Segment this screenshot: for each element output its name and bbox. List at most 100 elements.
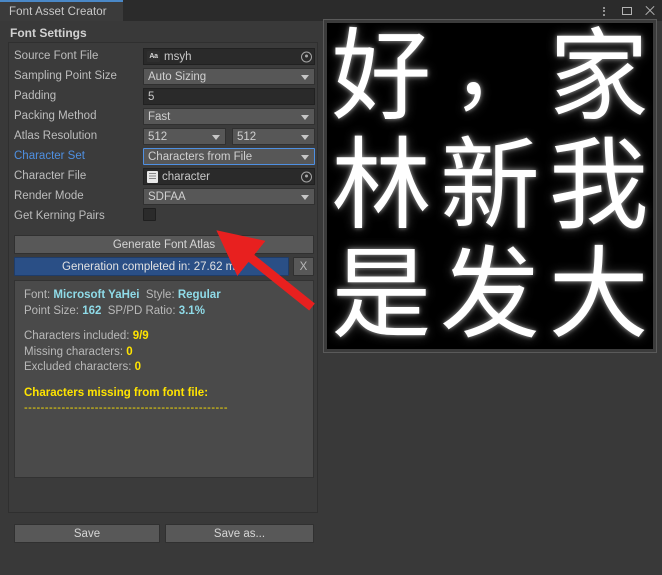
font-asset-icon: Aa <box>147 51 160 62</box>
packing-method-dropdown[interactable]: Fast <box>143 108 315 125</box>
kebab-menu-icon[interactable] <box>597 4 611 18</box>
packing-method-value: Fast <box>148 110 171 123</box>
source-font-file-field[interactable]: Aa msyh <box>143 48 315 65</box>
atlas-resolution-height-dropdown[interactable]: 512 <box>232 128 315 145</box>
sampling-point-size-value: Auto Sizing <box>148 70 207 83</box>
label-sampling-point-size: Sampling Point Size <box>14 70 117 82</box>
field-row-get-kerning-pairs: Get Kerning Pairs <box>10 208 318 227</box>
page-title: Font Settings <box>10 26 87 40</box>
font-settings-panel: Source Font File Aa msyh Sampling Point … <box>8 42 318 543</box>
info-point-size-label: Point Size: <box>24 304 79 317</box>
chevron-down-icon <box>301 114 309 120</box>
chevron-down-icon <box>301 74 309 80</box>
label-padding: Padding <box>14 90 57 102</box>
field-row-render-mode: Render Mode SDFAA <box>10 188 318 207</box>
label-render-mode: Render Mode <box>14 190 84 202</box>
character-set-dropdown[interactable]: Characters from File <box>143 148 315 165</box>
info-line-point-size: Point Size: 162 SP/PD Ratio: 3.1% <box>24 304 304 320</box>
save-button[interactable]: Save <box>14 524 160 543</box>
label-character-file: Character File <box>14 170 87 182</box>
info-spacer-2 <box>24 376 304 386</box>
font-atlas-preview[interactable]: 好，家林新我是发大 <box>323 19 657 353</box>
label-character-set: Character Set <box>14 150 85 162</box>
font-atlas-grid: 好，家林新我是发大 <box>327 23 653 349</box>
save-as-button[interactable]: Save as... <box>165 524 314 543</box>
field-row-atlas-resolution: Atlas Resolution 512 512 <box>10 128 318 147</box>
atlas-resolution-height-value: 512 <box>237 130 257 143</box>
field-row-character-file: Character File character <box>10 168 318 187</box>
info-style-value: Regular <box>177 289 221 301</box>
atlas-glyph: 林 <box>331 126 432 244</box>
info-line-font: Font: Microsoft YaHei Style: Regular <box>24 288 304 304</box>
info-missing-header: Characters missing from font file: <box>24 386 209 399</box>
info-ratio-label: SP/PD Ratio: <box>107 304 176 317</box>
atlas-glyph: 发 <box>439 235 540 349</box>
label-get-kerning-pairs: Get Kerning Pairs <box>14 210 105 222</box>
field-row-character-set: Character Set Characters from File <box>10 148 318 167</box>
info-divider: ----------------------------------------… <box>24 402 228 414</box>
character-set-value: Characters from File <box>148 150 253 163</box>
chevron-down-icon <box>301 154 309 160</box>
cancel-generation-button[interactable]: X <box>293 257 314 276</box>
atlas-glyph: 是 <box>331 235 432 349</box>
window-controls <box>597 0 657 21</box>
info-included-value: 9/9 <box>132 330 149 342</box>
character-file-field[interactable]: character <box>143 168 315 185</box>
render-mode-dropdown[interactable]: SDFAA <box>143 188 315 205</box>
tab-font-asset-creator[interactable]: Font Asset Creator <box>0 0 123 21</box>
info-missing-label: Missing characters: <box>24 345 124 358</box>
font-asset-creator-window: Font Asset Creator Font Settings Source … <box>0 0 662 575</box>
generation-progress-bar: Generation completed in: 27.62 ms <box>14 257 289 276</box>
generate-font-atlas-button[interactable]: Generate Font Atlas <box>14 235 314 254</box>
field-row-sampling-point-size: Sampling Point Size Auto Sizing <box>10 68 318 87</box>
generation-progress-label: Generation completed in: 27.62 ms <box>62 260 241 273</box>
chevron-down-icon <box>212 134 220 140</box>
info-included-label: Characters included: <box>24 330 130 342</box>
atlas-glyph: 大 <box>548 235 649 349</box>
close-icon[interactable] <box>643 4 657 18</box>
padding-value: 5 <box>148 90 155 103</box>
atlas-glyph: 我 <box>548 126 649 244</box>
info-point-size-value: 162 <box>82 304 102 317</box>
get-kerning-pairs-checkbox[interactable] <box>143 208 156 221</box>
text-asset-icon <box>147 170 158 183</box>
info-excluded-value: 0 <box>134 361 141 373</box>
character-file-value: character <box>162 170 210 183</box>
atlas-glyph: 新 <box>439 126 540 244</box>
cancel-button-label: X <box>299 260 308 273</box>
atlas-glyph: 好 <box>331 23 432 136</box>
label-atlas-resolution: Atlas Resolution <box>14 130 98 142</box>
atlas-resolution-width-dropdown[interactable]: 512 <box>143 128 226 145</box>
atlas-glyph: 家 <box>548 23 649 136</box>
atlas-glyph: ， <box>452 23 539 123</box>
sampling-point-size-dropdown[interactable]: Auto Sizing <box>143 68 315 85</box>
field-row-packing-method: Packing Method Fast <box>10 108 318 127</box>
field-row-padding: Padding 5 <box>10 88 318 107</box>
generation-progress-row: Generation completed in: 27.62 ms X <box>14 257 314 276</box>
generate-button-label: Generate Font Atlas <box>112 238 216 251</box>
save-button-label: Save <box>73 527 101 540</box>
tab-label: Font Asset Creator <box>9 5 107 18</box>
info-font-label: Font: <box>24 289 51 301</box>
maximize-icon[interactable] <box>620 4 634 18</box>
window-titlebar: Font Asset Creator <box>0 0 662 21</box>
info-font-value: Microsoft YaHei <box>53 289 140 301</box>
info-missing-value: 0 <box>126 345 133 358</box>
info-line-missing: Missing characters: 0 <box>24 345 304 361</box>
info-line-excluded: Excluded characters: 0 <box>24 360 304 376</box>
atlas-resolution-width-value: 512 <box>148 130 168 143</box>
info-line-included: Characters included: 9/9 <box>24 329 304 345</box>
object-picker-icon[interactable] <box>301 171 312 182</box>
source-font-file-value: msyh <box>164 50 192 63</box>
object-picker-icon[interactable] <box>301 51 312 62</box>
label-source-font-file: Source Font File <box>14 50 99 62</box>
info-excluded-label: Excluded characters: <box>24 361 132 373</box>
label-packing-method: Packing Method <box>14 110 97 122</box>
padding-input[interactable]: 5 <box>143 88 315 105</box>
save-as-button-label: Save as... <box>213 527 266 540</box>
render-mode-value: SDFAA <box>148 190 186 203</box>
info-ratio-value: 3.1% <box>178 304 205 317</box>
field-row-source-font-file: Source Font File Aa msyh <box>10 48 318 67</box>
chevron-down-icon <box>301 194 309 200</box>
